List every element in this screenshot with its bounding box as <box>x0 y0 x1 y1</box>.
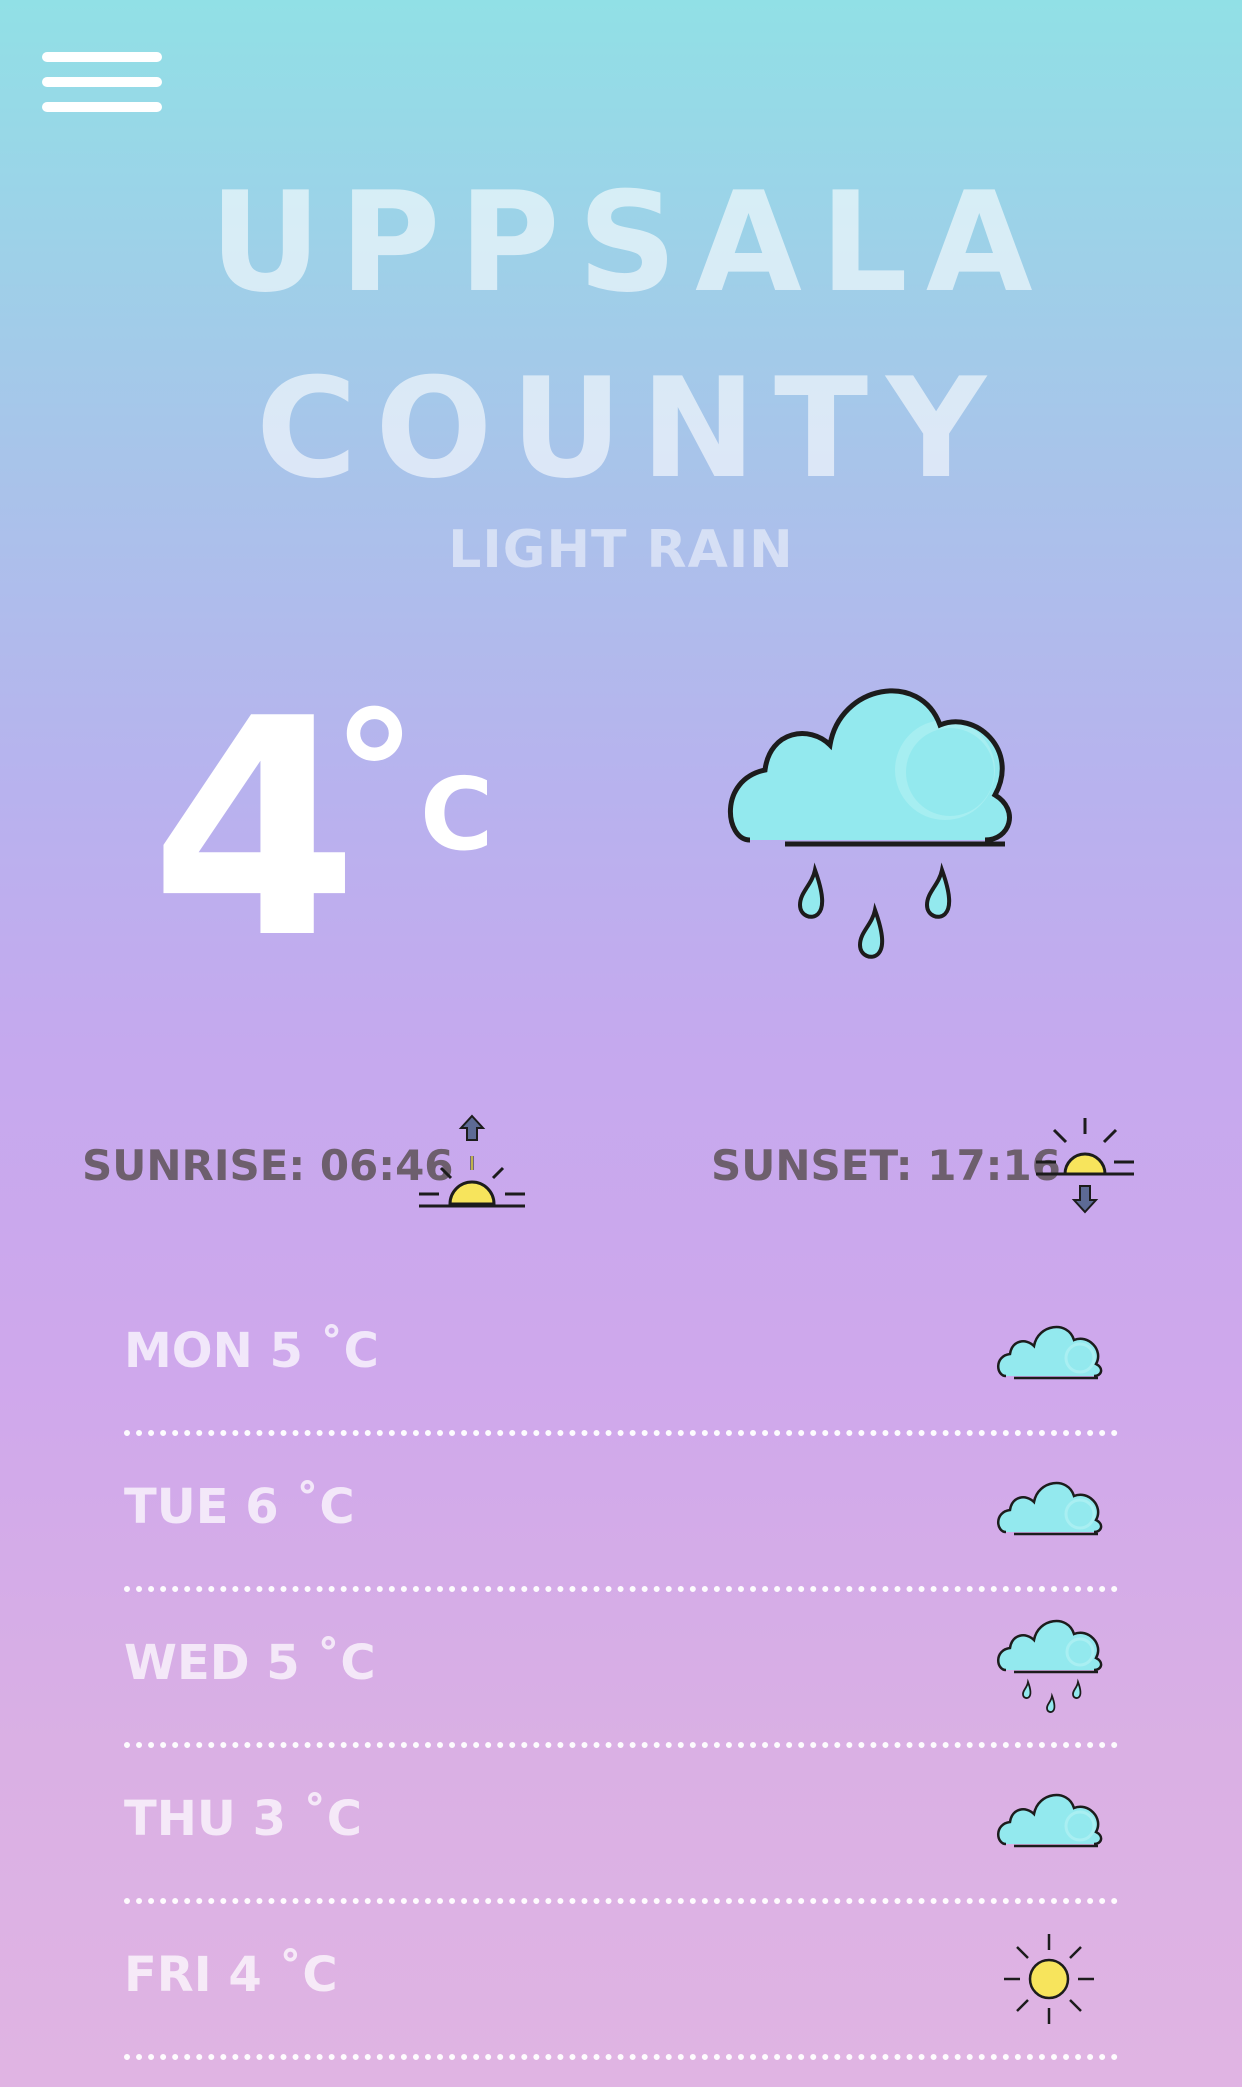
forecast-label: TUE 6 ˚C <box>124 1479 355 1535</box>
forecast-row-tue[interactable]: TUE 6 ˚C <box>124 1436 1118 1592</box>
forecast-row-wed[interactable]: WED 5 ˚C <box>124 1592 1118 1748</box>
forecast-label: THU 3 ˚C <box>124 1791 362 1847</box>
forecast-label: WED 5 ˚C <box>124 1635 376 1691</box>
hamburger-menu-icon[interactable] <box>42 52 162 112</box>
sunset-label: SUNSET: 17:16 <box>711 1141 1061 1190</box>
cloud-icon <box>997 1793 1103 1848</box>
forecast-row-fri[interactable]: FRI 4 ˚C <box>124 1904 1118 2060</box>
city-name-line-2: COUNTY <box>255 348 1005 509</box>
forecast-label: MON 5 ˚C <box>124 1323 379 1379</box>
forecast-row-thu[interactable]: THU 3 ˚C <box>124 1748 1118 1904</box>
forecast-list: MON 5 ˚C TUE 6 ˚C WED 5 ˚C THU 3 ˚C FRI … <box>124 1280 1118 2060</box>
forecast-row-mon[interactable]: MON 5 ˚C <box>124 1280 1118 1436</box>
menu-bar <box>42 52 162 62</box>
menu-bar <box>42 77 162 87</box>
menu-bar <box>42 102 162 112</box>
sunset-icon <box>1036 1118 1134 1214</box>
sunrise-label: SUNRISE: 06:46 <box>82 1141 454 1190</box>
forecast-label: FRI 4 ˚C <box>124 1947 338 2003</box>
cloud-icon <box>997 1481 1103 1536</box>
cloud-icon <box>997 1325 1103 1380</box>
sun-icon <box>1004 1934 1094 2024</box>
degree-symbol: ° <box>332 676 417 874</box>
cloud-rain-icon <box>728 688 1012 959</box>
cloud-rain-icon <box>997 1619 1103 1713</box>
city-name: UPPSALA COUNTY <box>0 150 1242 522</box>
city-name-line-1: UPPSALA <box>209 162 1051 323</box>
sunrise-icon <box>419 1114 525 1208</box>
current-temperature: 4 <box>150 655 359 1004</box>
temperature-unit: C <box>420 756 494 873</box>
weather-condition: LIGHT RAIN <box>448 520 794 580</box>
